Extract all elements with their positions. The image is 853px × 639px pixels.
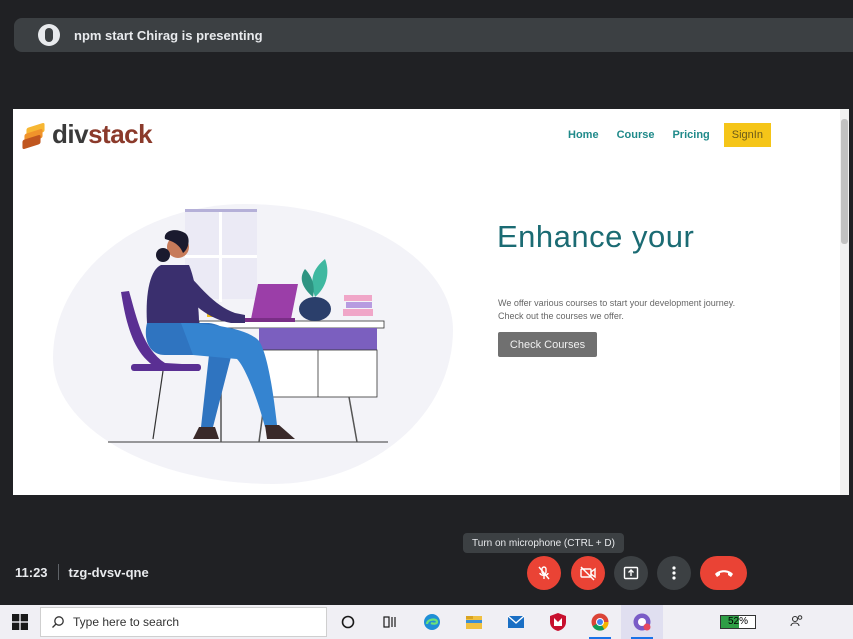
desk-drawer [259, 328, 377, 350]
mic-tooltip: Turn on microphone (CTRL + D) [463, 533, 624, 553]
call-end-icon [714, 570, 733, 577]
laptop [251, 284, 298, 319]
camera-off-icon [580, 566, 596, 581]
chrome-icon [591, 613, 609, 631]
presenter-label: npm start Chirag is presenting [74, 27, 263, 43]
shared-screen: divstack Home Course Pricing SignIn Enha… [13, 109, 849, 495]
edge-button[interactable] [411, 605, 453, 639]
mcafee-button[interactable] [537, 605, 579, 639]
edge-browser-icon [424, 614, 440, 630]
microphone-toggle-button[interactable] [527, 556, 561, 590]
taskbar-search-box[interactable]: Type here to search [40, 607, 327, 637]
folder-icon [466, 616, 482, 629]
start-button[interactable] [0, 605, 40, 639]
meeting-time: 11:23 [15, 564, 48, 580]
more-options-button[interactable] [657, 556, 691, 590]
hero-title: Enhance your [497, 219, 695, 254]
task-view-button[interactable] [369, 605, 411, 639]
battery-indicator[interactable]: 52% [720, 615, 756, 629]
camera-toggle-button[interactable] [571, 556, 605, 590]
present-screen-icon [623, 566, 639, 580]
windows-logo-icon [12, 614, 28, 630]
mail-button[interactable] [495, 605, 537, 639]
meeting-info: 11:23 tzg-dvsv-qne [15, 564, 149, 580]
chrome-button[interactable] [579, 605, 621, 639]
plant-leaf [312, 259, 328, 297]
present-screen-button[interactable] [614, 556, 648, 590]
search-icon [52, 616, 64, 628]
mcafee-shield-icon [550, 613, 566, 631]
presenter-avatar-icon [38, 24, 60, 46]
task-view-icon [383, 616, 396, 628]
check-courses-button[interactable]: Check Courses [498, 332, 597, 357]
chrome-profile-icon [633, 613, 651, 631]
people-icon[interactable] [790, 614, 804, 628]
meet-window: npm start Chirag is presenting divstack … [0, 0, 853, 639]
hero-description: We offer various courses to start your d… [498, 298, 736, 321]
leave-call-button[interactable] [700, 556, 747, 590]
meeting-code: tzg-dvsv-qne [68, 564, 149, 580]
plant-pot [299, 297, 331, 321]
chrome-profile-button[interactable] [621, 605, 663, 639]
presenter-bar: npm start Chirag is presenting [14, 18, 853, 52]
meeting-divider [57, 564, 59, 580]
file-explorer-button[interactable] [453, 605, 495, 639]
person-shoe [193, 427, 219, 439]
books [344, 295, 372, 301]
scrollbar-thumb[interactable] [841, 119, 848, 244]
more-vert-icon [672, 566, 676, 580]
battery-percent: 52% [727, 616, 748, 627]
mic-off-icon [538, 566, 550, 580]
page-scrollbar[interactable] [840, 109, 849, 495]
cortana-icon [341, 615, 355, 629]
search-placeholder: Type here to search [73, 615, 180, 629]
cortana-button[interactable] [327, 605, 369, 639]
mail-icon [507, 615, 525, 628]
